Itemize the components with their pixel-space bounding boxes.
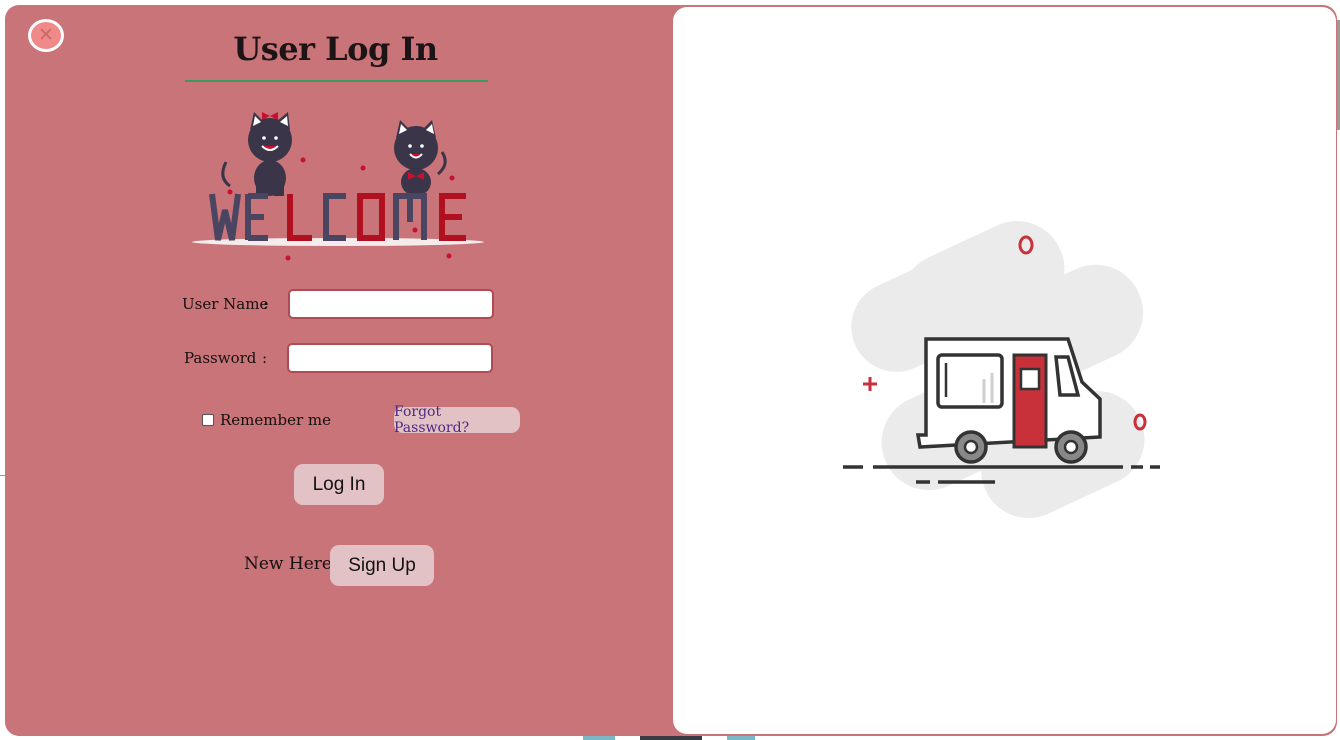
- login-modal: ✕ User Log In User Name: Password: Rem…: [5, 5, 1337, 736]
- page-title: User Log In: [233, 30, 438, 68]
- forgot-password-link[interactable]: Forgot Password?: [394, 404, 520, 436]
- title-underline: [185, 80, 488, 82]
- new-here-text: New Here?: [244, 554, 342, 574]
- username-input[interactable]: [288, 289, 494, 319]
- password-label: Password: [184, 349, 257, 367]
- cat-left-icon: [221, 112, 292, 196]
- welcome-illustration: [192, 112, 484, 261]
- signup-button[interactable]: Sign Up: [330, 545, 434, 586]
- delivery-truck-illustration: [843, 221, 1160, 519]
- close-button[interactable]: ✕: [28, 19, 64, 52]
- remember-me-label[interactable]: Remember me: [220, 411, 331, 429]
- remember-me-checkbox[interactable]: [202, 414, 214, 426]
- username-colon: :: [263, 295, 269, 313]
- login-button[interactable]: Log In: [294, 464, 384, 505]
- username-label: User Name: [182, 295, 269, 313]
- illustration-panel: [673, 7, 1336, 734]
- password-input[interactable]: [287, 343, 493, 373]
- remember-me: Remember me: [202, 411, 331, 429]
- password-colon: :: [262, 349, 268, 367]
- cat-right-icon: [394, 120, 447, 196]
- close-icon: ✕: [38, 24, 54, 46]
